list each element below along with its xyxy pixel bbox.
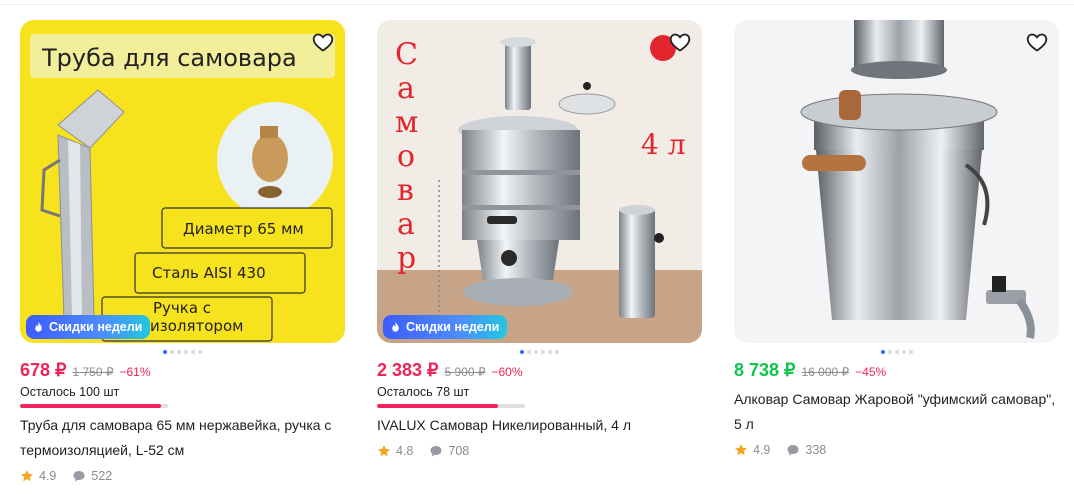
carousel-dot[interactable] xyxy=(198,350,202,354)
heart-icon[interactable] xyxy=(1025,30,1049,54)
image-volume: 4 л xyxy=(641,128,686,161)
comment-icon xyxy=(787,445,799,456)
current-price: 678 ₽ xyxy=(20,360,67,380)
product-card[interactable]: С а м о в а р 4 л Скидки недели 2 383 ₽ … xyxy=(377,20,702,459)
rating-row: 4.9 522 xyxy=(20,468,345,484)
discount-percent: −61% xyxy=(119,365,151,379)
product-image[interactable]: Труба для самовара Диаметр 65 мм Сталь A… xyxy=(20,20,345,343)
rating-row: 4.9 338 xyxy=(734,442,1059,458)
image-spec-insulator: изолятором xyxy=(150,317,243,335)
comment-icon xyxy=(73,471,85,482)
image-vertical-letter: м xyxy=(395,105,418,140)
reviews-count[interactable]: 522 xyxy=(91,469,112,483)
old-price: 16 000 ₽ xyxy=(801,365,850,379)
image-carousel-dots[interactable] xyxy=(20,346,345,358)
product-title[interactable]: Труба для самовара 65 мм нержавейка, руч… xyxy=(20,413,345,463)
weekly-deals-badge[interactable]: Скидки недели xyxy=(26,315,151,339)
carousel-dot[interactable] xyxy=(894,350,899,354)
carousel-dot[interactable] xyxy=(541,350,545,354)
discount-percent: −45% xyxy=(855,365,887,379)
stock-progress-fill xyxy=(377,404,499,408)
product-image[interactable]: С а м о в а р 4 л Скидки недели xyxy=(377,20,702,343)
price-row: 2 383 ₽ 5 900 ₽ −60% xyxy=(377,360,702,382)
image-vertical-letter: р xyxy=(397,241,416,276)
image-headline: Труба для самовара xyxy=(41,44,297,72)
carousel-dot[interactable] xyxy=(548,350,552,354)
carousel-dot[interactable] xyxy=(527,350,531,354)
stock-remaining: Осталось 100 шт xyxy=(20,385,120,399)
product-photo-samovar-nickel: С а м о в а р 4 л xyxy=(377,20,702,343)
price-row: 8 738 ₽ 16 000 ₽ −45% xyxy=(734,360,1059,382)
image-vertical-letter: о xyxy=(397,139,415,174)
badge-label: Скидки недели xyxy=(406,320,500,334)
image-spec-diameter: Диаметр 65 мм xyxy=(183,220,304,238)
carousel-dot[interactable] xyxy=(177,350,181,354)
image-vertical-letter: а xyxy=(397,71,415,106)
carousel-dot[interactable] xyxy=(887,350,892,354)
product-title[interactable]: Алковар Самовар Жаровой "уфимский самова… xyxy=(734,387,1059,437)
current-price: 8 738 ₽ xyxy=(734,360,796,380)
image-vertical-letter: а xyxy=(397,207,415,242)
carousel-dot[interactable] xyxy=(901,350,906,354)
discount-percent: −60% xyxy=(491,365,523,379)
reviews-count[interactable]: 338 xyxy=(805,443,826,457)
stock-progress-bar xyxy=(20,404,168,408)
fire-icon xyxy=(392,321,399,332)
star-icon xyxy=(378,445,390,457)
carousel-dot[interactable] xyxy=(520,350,524,354)
carousel-dot[interactable] xyxy=(880,350,885,354)
old-price: 1 750 ₽ xyxy=(72,365,114,379)
weekly-deals-badge[interactable]: Скидки недели xyxy=(383,315,508,339)
carousel-dot[interactable] xyxy=(163,350,167,354)
stock-progress-bar xyxy=(377,404,525,408)
badge-label: Скидки недели xyxy=(49,320,143,334)
product-card[interactable]: 8 738 ₽ 16 000 ₽ −45% Алковар Самовар Жа… xyxy=(734,20,1059,458)
image-spec-steel: Сталь AISI 430 xyxy=(152,264,266,282)
old-price: 5 900 ₽ xyxy=(444,365,486,379)
heart-icon[interactable] xyxy=(311,30,335,54)
rating-value: 4.9 xyxy=(39,469,57,483)
image-vertical-letter: в xyxy=(397,173,414,208)
rating-value: 4.8 xyxy=(396,444,414,458)
product-photo-pipe: Труба для самовара Диаметр 65 мм Сталь A… xyxy=(20,20,345,343)
image-vertical-letter: С xyxy=(395,37,418,72)
product-photo-samovar-ufa xyxy=(734,20,1059,343)
carousel-dot[interactable] xyxy=(908,350,913,354)
star-icon xyxy=(21,470,33,482)
star-icon xyxy=(735,444,747,456)
carousel-dot[interactable] xyxy=(191,350,195,354)
carousel-dot[interactable] xyxy=(555,350,559,354)
product-title[interactable]: IVALUX Самовар Никелированный, 4 л xyxy=(377,413,702,438)
carousel-dot[interactable] xyxy=(184,350,188,354)
product-card[interactable]: Труба для самовара Диаметр 65 мм Сталь A… xyxy=(20,20,345,484)
reviews-count[interactable]: 708 xyxy=(448,444,469,458)
price-row: 678 ₽ 1 750 ₽ −61% xyxy=(20,360,345,382)
rating-row: 4.8 708 xyxy=(377,443,702,459)
image-carousel-dots[interactable] xyxy=(734,346,1059,358)
product-image[interactable] xyxy=(734,20,1059,343)
stock-progress-fill xyxy=(20,404,161,408)
rating-value: 4.9 xyxy=(753,443,771,457)
stock-remaining: Осталось 78 шт xyxy=(377,385,470,399)
carousel-dot[interactable] xyxy=(170,350,174,354)
carousel-dot[interactable] xyxy=(534,350,538,354)
top-divider xyxy=(0,4,1074,5)
image-spec-handle: Ручка с xyxy=(153,299,211,317)
comment-icon xyxy=(430,446,442,457)
current-price: 2 383 ₽ xyxy=(377,360,439,380)
image-carousel-dots[interactable] xyxy=(377,346,702,358)
heart-icon[interactable] xyxy=(668,30,692,54)
fire-icon xyxy=(35,321,42,332)
